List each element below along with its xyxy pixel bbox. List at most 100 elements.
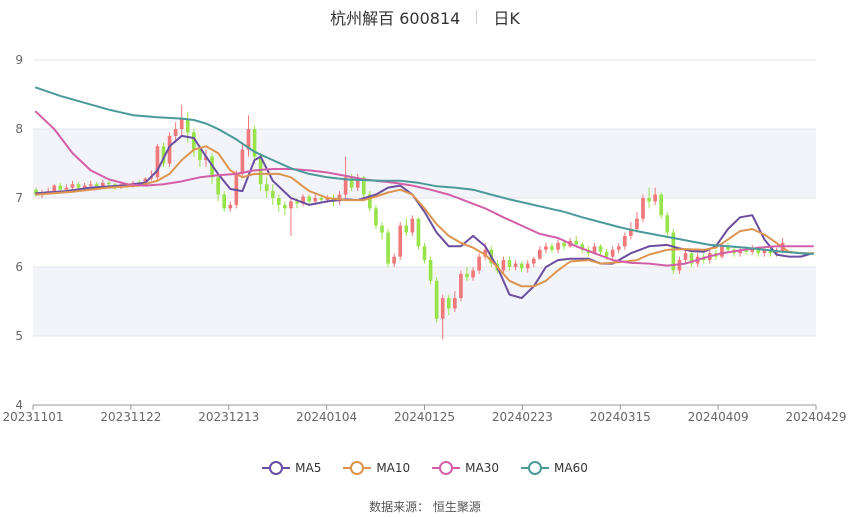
x-tick-label: 20231101 (2, 410, 63, 424)
candle-body (392, 256, 396, 264)
candle-body (107, 182, 111, 185)
legend-item-ma30[interactable]: MA30 (432, 461, 499, 475)
candle-body (459, 273, 463, 299)
legend-ma10-ring (350, 461, 365, 475)
y-tick-label: 6 (15, 260, 23, 274)
candle-body (683, 253, 688, 261)
candle-body (404, 225, 409, 233)
legend-ma60-ring (528, 461, 543, 475)
candle-body (428, 260, 433, 281)
candle-body (307, 196, 311, 202)
candle-body (538, 249, 542, 259)
candle-body (416, 218, 421, 247)
candle-body (319, 198, 324, 201)
candle-body (635, 218, 639, 230)
x-tick-label: 20240409 (688, 410, 749, 424)
legend-ma30-ring (439, 461, 454, 475)
chart-legend: MA5 MA10 MA30 MA60 (0, 458, 850, 478)
candle-body (465, 273, 469, 278)
candle-body (277, 198, 281, 205)
legend-ma5-label: MA5 (295, 461, 322, 475)
candle-body (531, 258, 536, 264)
candle-body (70, 184, 75, 188)
candle-body (641, 198, 645, 219)
x-tick-label: 20240429 (785, 410, 846, 424)
candle-body (647, 198, 651, 202)
legend-ma5-icon (262, 461, 291, 475)
candlestick-chart: 45678920231101 20231122 20231213 20240104 20… (2, 53, 846, 424)
candle-body (88, 184, 93, 186)
candle-body (720, 246, 724, 257)
candle-body (216, 177, 220, 195)
candle-body (228, 204, 233, 209)
candle-body (198, 149, 202, 161)
legend-item-ma60[interactable]: MA60 (521, 461, 588, 475)
candle-body (289, 201, 293, 209)
candle-body (52, 185, 57, 192)
candle-body (313, 198, 318, 202)
candle-body (477, 256, 481, 271)
candle-body (380, 225, 384, 233)
x-tick-label: 20240125 (394, 410, 455, 424)
candle-body (398, 225, 403, 257)
candle-body (471, 270, 475, 278)
candle-body (64, 187, 69, 190)
candle-body (604, 251, 609, 257)
candle-body (544, 246, 548, 250)
legend-ma5-ring (269, 461, 284, 475)
legend-ma10-label: MA10 (376, 461, 411, 475)
candle-body (453, 298, 457, 309)
candle-body (222, 194, 227, 209)
candle-body (185, 118, 190, 133)
candle-body (283, 204, 287, 209)
candle-body (270, 191, 275, 198)
candle-body (556, 242, 560, 250)
candle-body (616, 246, 621, 250)
x-tick-label: 20240315 (590, 410, 651, 424)
candle-body (653, 194, 657, 202)
legend-ma60-label: MA60 (554, 461, 588, 475)
legend-item-ma10[interactable]: MA10 (343, 461, 410, 475)
candle-body (179, 118, 184, 129)
legend-ma30-label: MA30 (465, 461, 500, 475)
candle-body (173, 129, 178, 136)
y-tick-label: 7 (15, 191, 23, 205)
candle-body (665, 215, 670, 233)
candle-body (574, 240, 579, 245)
legend-ma10-icon (343, 461, 372, 475)
candle-body (422, 246, 427, 261)
legend-ma30-icon (432, 461, 461, 475)
x-tick-label: 20240223 (492, 410, 553, 424)
candle-body (240, 149, 245, 174)
candle-body (410, 218, 415, 233)
candle-body (76, 184, 81, 188)
candle-body (507, 260, 512, 267)
legend-ma60-icon (521, 461, 550, 475)
candle-body (434, 280, 439, 319)
x-tick-label: 20231122 (100, 410, 161, 424)
candle-body (525, 263, 530, 269)
x-tick-label: 20240104 (296, 410, 357, 424)
y-tick-label: 9 (15, 53, 23, 67)
candle-body (374, 208, 378, 226)
data-source: 数据来源： 恒生聚源 (369, 500, 481, 514)
candle-body (446, 298, 451, 309)
candle-body (94, 184, 99, 187)
candle-body (501, 260, 506, 271)
x-tick-label: 20231213 (198, 410, 259, 424)
legend-item-ma5[interactable]: MA5 (262, 461, 321, 475)
candle-body (440, 298, 445, 319)
candle-body (598, 246, 603, 252)
candle-body (386, 232, 390, 264)
candle-body (264, 184, 269, 192)
candle-body (659, 194, 664, 216)
candle-body (550, 246, 554, 250)
grid-band (33, 267, 816, 336)
candle-body (58, 185, 63, 190)
candle-body (622, 235, 627, 247)
candle-body (610, 249, 615, 257)
y-tick-label: 8 (15, 122, 23, 136)
y-tick-label: 5 (15, 329, 23, 343)
candle-body (513, 263, 518, 267)
candle-body (562, 242, 566, 247)
